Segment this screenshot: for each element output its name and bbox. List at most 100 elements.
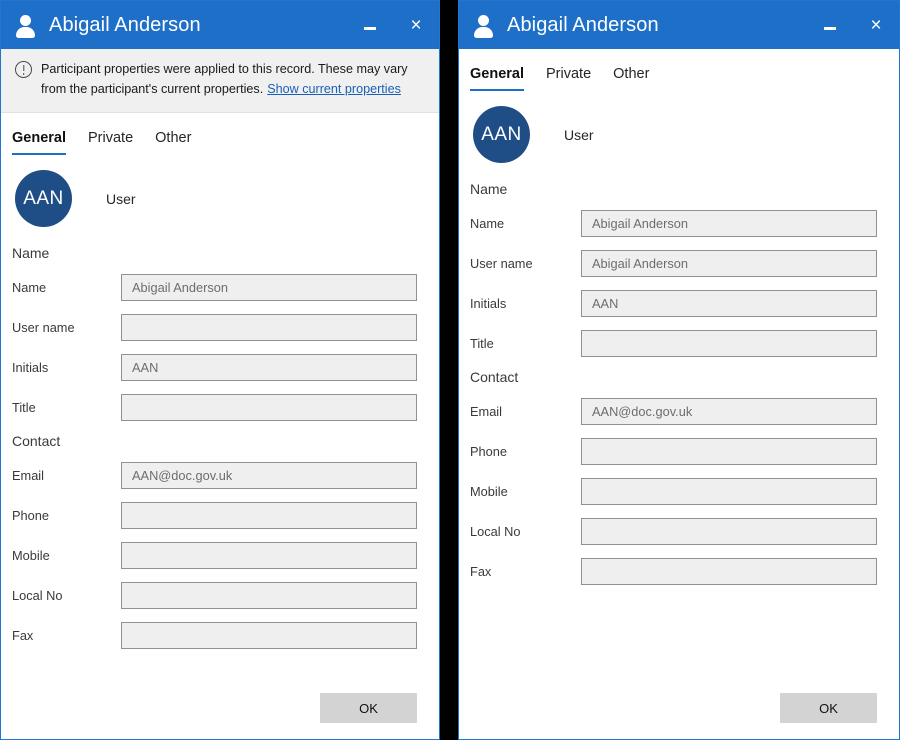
field-row: Title <box>459 323 899 363</box>
person-icon-head <box>20 15 31 26</box>
title-bar: Abigail Anderson × <box>1 1 439 49</box>
close-button[interactable]: × <box>853 1 899 49</box>
field-label: Mobile <box>1 548 121 563</box>
field-input[interactable] <box>121 502 417 529</box>
field-row: InitialsAAN <box>459 283 899 323</box>
info-banner-text: Participant properties were applied to t… <box>41 60 423 99</box>
field-input[interactable]: AAN@doc.gov.uk <box>121 462 417 489</box>
group-title-name: Name <box>1 245 439 261</box>
field-row: Local No <box>1 575 439 615</box>
window-title: Abigail Anderson <box>49 14 201 37</box>
field-row: Title <box>1 387 439 427</box>
field-row: NameAbigail Anderson <box>1 267 439 307</box>
field-label: Name <box>459 216 581 231</box>
tab-other[interactable]: Other <box>155 130 191 155</box>
ok-button[interactable]: OK <box>780 693 877 723</box>
field-input[interactable] <box>121 314 417 341</box>
group-title-contact: Contact <box>459 369 899 385</box>
field-row: User name <box>1 307 439 347</box>
field-row: Mobile <box>459 471 899 511</box>
field-row: Phone <box>459 431 899 471</box>
close-icon: × <box>870 16 881 35</box>
person-icon-body <box>16 27 35 38</box>
field-input[interactable]: Abigail Anderson <box>121 274 417 301</box>
field-label: Fax <box>1 628 121 643</box>
footer: OK <box>1 677 439 739</box>
field-row: Mobile <box>1 535 439 575</box>
person-icon-head <box>478 15 489 26</box>
field-row: Fax <box>459 551 899 591</box>
field-label: Phone <box>1 508 121 523</box>
minimize-button[interactable] <box>807 1 853 49</box>
info-banner: Participant properties were applied to t… <box>1 49 439 113</box>
field-input[interactable] <box>581 518 877 545</box>
close-button[interactable]: × <box>393 1 439 49</box>
field-label: Fax <box>459 564 581 579</box>
field-label: Name <box>1 280 121 295</box>
field-input[interactable] <box>581 558 877 585</box>
tab-bar: General Private Other <box>1 113 439 155</box>
close-icon: × <box>410 16 421 35</box>
avatar: AAN <box>473 106 530 163</box>
footer: OK <box>459 677 899 739</box>
field-row: InitialsAAN <box>1 347 439 387</box>
identity-row: AAN User <box>459 91 899 175</box>
field-input[interactable] <box>121 622 417 649</box>
tab-other[interactable]: Other <box>613 66 649 91</box>
ok-button[interactable]: OK <box>320 693 417 723</box>
field-input[interactable]: AAN <box>581 290 877 317</box>
field-label: Email <box>459 404 581 419</box>
tab-general[interactable]: General <box>12 130 66 155</box>
field-input[interactable] <box>121 394 417 421</box>
field-label: Initials <box>459 296 581 311</box>
field-input[interactable] <box>121 542 417 569</box>
minimize-button[interactable] <box>347 1 393 49</box>
tab-bar: General Private Other <box>459 49 899 91</box>
field-input[interactable]: AAN@doc.gov.uk <box>581 398 877 425</box>
field-label: Phone <box>459 444 581 459</box>
field-input[interactable] <box>581 330 877 357</box>
field-input[interactable] <box>581 438 877 465</box>
field-row: Phone <box>1 495 439 535</box>
field-input[interactable] <box>581 478 877 505</box>
field-row: EmailAAN@doc.gov.uk <box>459 391 899 431</box>
field-label: Mobile <box>459 484 581 499</box>
identity-row: AAN User <box>1 155 439 239</box>
person-icon-body <box>474 27 493 38</box>
field-label: User name <box>1 320 121 335</box>
field-input[interactable]: AAN <box>121 354 417 381</box>
window-left: Abigail Anderson × Participant properties … <box>0 0 440 740</box>
form-area: AANUserNameNameAbigail AndersonUser name… <box>1 155 439 677</box>
person-icon <box>473 13 495 37</box>
field-input[interactable]: Abigail Anderson <box>581 250 877 277</box>
field-label: Local No <box>459 524 581 539</box>
group-title-name: Name <box>459 181 899 197</box>
tab-private[interactable]: Private <box>88 130 133 155</box>
show-current-properties-link[interactable]: Show current properties <box>267 82 401 96</box>
tab-private[interactable]: Private <box>546 66 591 91</box>
form-area: AANUserNameNameAbigail AndersonUser name… <box>459 91 899 677</box>
minimize-icon <box>824 27 836 30</box>
field-label: Local No <box>1 588 121 603</box>
identity-role-label: User <box>564 127 594 143</box>
identity-role-label: User <box>106 191 136 207</box>
field-row: Fax <box>1 615 439 655</box>
exclamation-circle-icon <box>15 61 32 78</box>
field-input[interactable]: Abigail Anderson <box>581 210 877 237</box>
tab-general[interactable]: General <box>470 66 524 91</box>
group-title-contact: Contact <box>1 433 439 449</box>
field-label: Initials <box>1 360 121 375</box>
field-input[interactable] <box>121 582 417 609</box>
window-right: Abigail Anderson × General Private Other AAN U… <box>458 0 900 740</box>
field-label: Title <box>1 400 121 415</box>
avatar: AAN <box>15 170 72 227</box>
field-label: Email <box>1 468 121 483</box>
title-bar: Abigail Anderson × <box>459 1 899 49</box>
field-row: Local No <box>459 511 899 551</box>
field-row: EmailAAN@doc.gov.uk <box>1 455 439 495</box>
window-title: Abigail Anderson <box>507 14 659 37</box>
person-icon <box>15 13 37 37</box>
field-label: User name <box>459 256 581 271</box>
field-row: NameAbigail Anderson <box>459 203 899 243</box>
minimize-icon <box>364 27 376 30</box>
